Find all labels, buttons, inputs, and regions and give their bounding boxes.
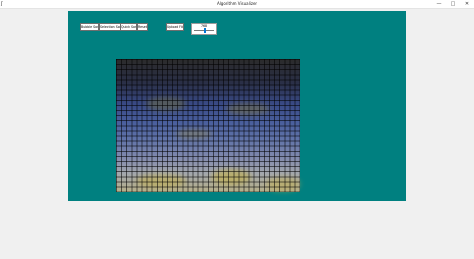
slider-thumb[interactable] xyxy=(204,28,206,33)
maximize-icon[interactable]: □ xyxy=(446,0,460,8)
reset-button[interactable]: Reset xyxy=(137,23,148,31)
grid-lines xyxy=(116,59,300,192)
window-title: Algorithm Visualizer xyxy=(216,1,258,6)
quick-sort-button[interactable]: Quick Sort xyxy=(120,23,137,31)
bubble-sort-button[interactable]: Bubble Sort xyxy=(80,23,99,31)
minimize-icon[interactable]: — xyxy=(432,0,446,8)
upload-file-button[interactable]: Upload File xyxy=(166,23,184,31)
selection-sort-button[interactable]: Selection Sort xyxy=(99,23,121,31)
title-bar: ʃ Algorithm Visualizer — □ ✕ xyxy=(0,0,474,9)
visualizer-canvas: Bubble Sort Selection Sort Quick Sort Re… xyxy=(68,11,406,201)
speed-slider[interactable]: 768 xyxy=(191,23,217,35)
close-icon[interactable]: ✕ xyxy=(460,0,474,8)
image-grid xyxy=(116,59,300,192)
